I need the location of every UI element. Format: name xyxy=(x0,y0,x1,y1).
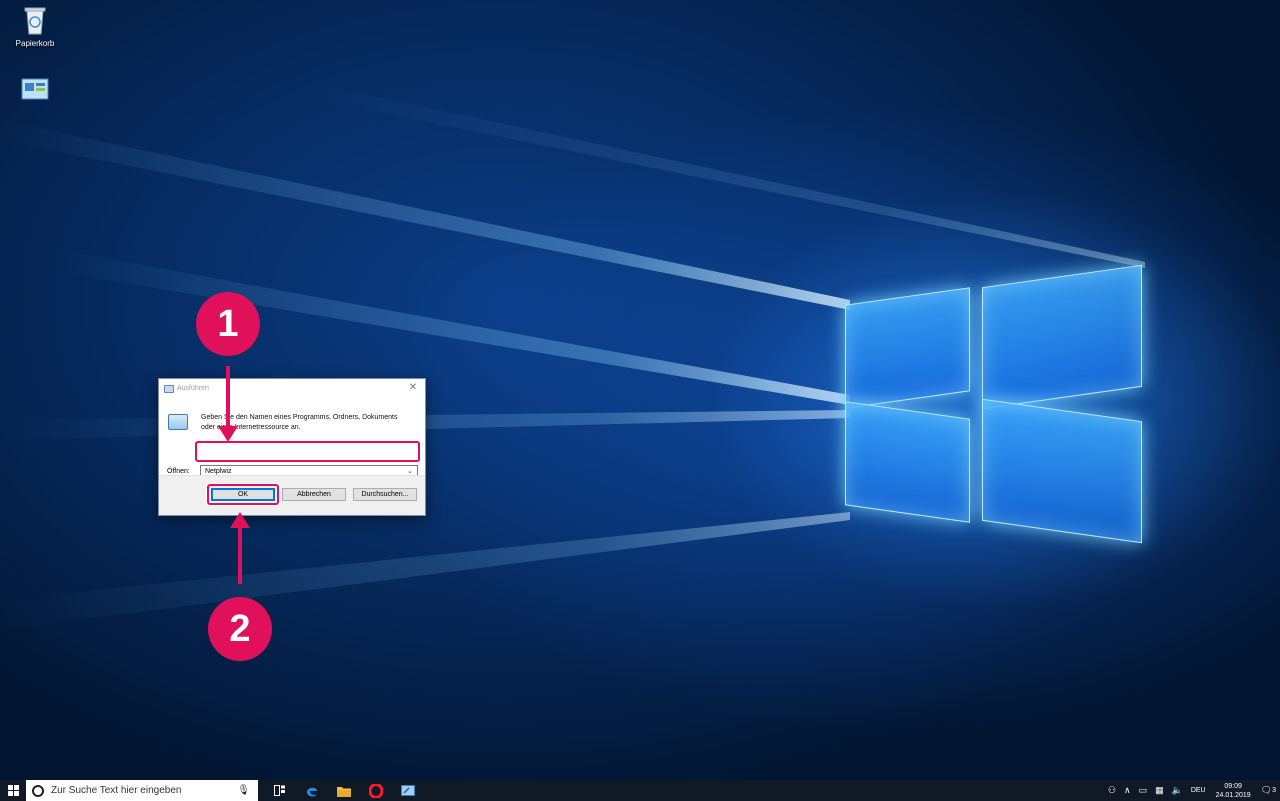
run-icon[interactable] xyxy=(392,780,424,801)
logo-pane-bottom-left xyxy=(845,401,970,523)
task-view-icon[interactable] xyxy=(264,780,296,801)
volume-icon[interactable]: 🔈 xyxy=(1172,785,1183,796)
taskbar: Zur Suche Text hier eingeben 🎙 ⚇ ∧ ▭ ▦ 🔈… xyxy=(0,780,1280,801)
chevron-up-icon[interactable]: ∧ xyxy=(1124,785,1131,796)
highlight-open-field xyxy=(195,441,420,462)
control-panel-icon xyxy=(0,78,70,102)
open-label: Öffnen: xyxy=(167,468,190,475)
desktop-icon-recycle-bin[interactable]: Papierkorb xyxy=(0,5,70,48)
desktop-icon-label: Papierkorb xyxy=(15,39,55,48)
windows-start-icon xyxy=(7,785,19,796)
cancel-button[interactable]: Abbrechen xyxy=(282,488,346,501)
start-button[interactable] xyxy=(0,780,26,801)
desktop-icon-control-panel[interactable] xyxy=(0,78,70,104)
file-explorer-icon[interactable] xyxy=(328,780,360,801)
microphone-icon[interactable]: 🎙 xyxy=(237,785,250,796)
windows-logo xyxy=(845,258,1145,554)
run-dialog-footer: OK Abbrechen Durchsuchen... xyxy=(159,475,425,515)
clock-date: 24.01.2019 xyxy=(1215,791,1251,799)
run-icon xyxy=(164,384,174,393)
run-dialog-title: Ausführen xyxy=(177,385,209,392)
logo-pane-bottom-right xyxy=(982,398,1142,544)
run-program-icon xyxy=(168,414,188,430)
system-tray: ⚇ ∧ ▭ ▦ 🔈 DEU 09:09 24.01.2019 🗨 3 xyxy=(1104,780,1280,801)
step-marker-1: 1 xyxy=(196,292,260,356)
battery-icon[interactable]: ▭ xyxy=(1139,785,1148,796)
run-dialog-description: Geben Sie den Namen eines Programms, Ord… xyxy=(201,414,398,431)
notification-icon[interactable]: 🗨 xyxy=(1261,785,1272,796)
logo-pane-top-left xyxy=(845,287,970,409)
clock[interactable]: 09:09 24.01.2019 xyxy=(1216,782,1251,800)
recycle-bin-icon xyxy=(0,5,70,37)
taskbar-apps xyxy=(264,780,424,801)
step-marker-2: 2 xyxy=(208,597,272,661)
opera-icon[interactable] xyxy=(360,780,392,801)
run-dialog-titlebar[interactable]: Ausführen xyxy=(159,379,425,398)
logo-pane-top-right xyxy=(982,264,1142,410)
taskbar-search-box[interactable]: Zur Suche Text hier eingeben 🎙 xyxy=(26,780,258,801)
notification-count: 3 xyxy=(1272,787,1276,794)
clock-time: 09:09 xyxy=(1224,782,1242,790)
network-icon[interactable]: ▦ xyxy=(1155,785,1164,796)
edge-icon[interactable] xyxy=(296,780,328,801)
open-combobox-value: Netplwiz xyxy=(205,468,232,475)
run-dialog-body: Geben Sie den Namen eines Programms, Ord… xyxy=(159,398,425,478)
search-placeholder: Zur Suche Text hier eingeben xyxy=(51,785,182,796)
highlight-ok-button xyxy=(207,484,279,505)
people-icon[interactable]: ⚇ xyxy=(1108,785,1116,796)
cortana-icon xyxy=(32,784,44,797)
browse-button[interactable]: Durchsuchen... xyxy=(353,488,417,501)
close-icon[interactable]: ✕ xyxy=(405,381,421,395)
language-indicator[interactable]: DEU xyxy=(1191,787,1206,794)
